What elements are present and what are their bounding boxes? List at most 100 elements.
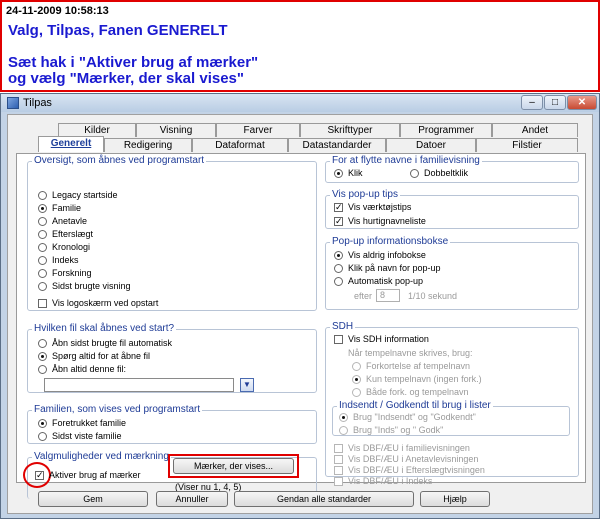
dbf-checkbox[interactable]: Vis DBF/ÆU i Efterslægtvisningen (334, 465, 485, 475)
move-names-option[interactable]: Dobbeltklik (410, 168, 468, 178)
dbf-checkbox[interactable]: Vis DBF/ÆU i familievisningen (334, 443, 470, 453)
file-open-legend: Hvilken fil skal åbnes ved start? (32, 323, 177, 334)
tooltips-checkbox[interactable]: ✓ Vis værktøjstips (334, 202, 411, 212)
sdh-submitted-option[interactable]: Brug "Indsendt" og "Godkendt" (339, 412, 476, 422)
tab-datoer[interactable]: Datoer (386, 138, 476, 152)
sdh-checkbox[interactable]: Vis SDH information (334, 334, 429, 344)
checkbox-label: Aktiver brug af mærker (49, 470, 141, 480)
tab-label: Datoer (415, 140, 446, 151)
startup-option[interactable]: Legacy startside (38, 190, 118, 200)
startup-option[interactable]: Forskning (38, 268, 92, 278)
marks-shown-button[interactable]: Mærker, der vises... (173, 458, 294, 474)
sdh-submitted-option[interactable]: Brug "Inds" og " Godk" (339, 425, 443, 435)
radio-icon (38, 431, 47, 441)
tab-programmer[interactable]: Programmer (400, 123, 492, 137)
sdh-group: SDH Vis SDH information Når tempelnavne … (325, 321, 579, 486)
tab-filstier[interactable]: Filstier (476, 138, 578, 152)
move-names-option[interactable]: Klik (334, 168, 363, 178)
startup-option[interactable]: Efterslægt (38, 229, 93, 239)
option-label: Brug "Indsendt" og "Godkendt" (353, 412, 476, 422)
startup-option[interactable]: Indeks (38, 255, 79, 265)
tab-andet[interactable]: Andet (492, 123, 578, 137)
tab-redigering[interactable]: Redigering (104, 138, 192, 152)
checkbox-label: Vis DBF/ÆU i Efterslægtvisningen (348, 465, 485, 475)
option-label: Klik (348, 168, 363, 178)
popup-tips-legend: Vis pop-up tips (330, 189, 400, 200)
tab-label: Kilder (84, 125, 110, 136)
popup-info-group: Pop-up informationsbokse Vis aldrig info… (325, 236, 579, 310)
family-startup-option[interactable]: Sidst viste familie (38, 431, 122, 441)
quicknames-checkbox[interactable]: ✓ Vis hurtignavneliste (334, 216, 426, 226)
tab-skrifttyper[interactable]: Skrifttyper (300, 123, 400, 137)
option-label: Vis aldrig infobokse (348, 250, 426, 260)
startup-option[interactable]: Sidst brugte visning (38, 281, 131, 291)
option-label: Forkortelse af tempelnavn (366, 361, 471, 371)
tab-visning[interactable]: Visning (136, 123, 216, 137)
radio-icon (38, 255, 47, 265)
file-open-option[interactable]: Åbn sidst brugte fil automatisk (38, 338, 172, 348)
enable-marks-checkbox[interactable]: ✓ Aktiver brug af mærker (35, 470, 141, 480)
file-dropdown-chevron-icon[interactable]: ▼ (240, 378, 254, 392)
startup-option[interactable]: Kronologi (38, 242, 90, 252)
restore-defaults-button[interactable]: Gendan alle standarder (234, 491, 414, 507)
radio-selected-icon (38, 203, 47, 213)
radio-icon (352, 387, 361, 397)
minimize-button[interactable]: – (521, 95, 543, 110)
radio-icon (38, 229, 47, 239)
popup-info-legend: Pop-up informationsbokse (330, 236, 451, 247)
checkbox-icon (334, 454, 343, 464)
option-label: Foretrukket familie (52, 418, 127, 428)
radio-selected-icon (352, 374, 361, 384)
tab-datastandarder[interactable]: Datastandarder (288, 138, 386, 152)
tab-farver[interactable]: Farver (216, 123, 300, 137)
sdh-option[interactable]: Kun tempelnavn (ingen fork.) (352, 374, 482, 384)
delay-stepper[interactable]: 8 (376, 289, 400, 302)
radio-icon (352, 361, 361, 371)
maximize-button[interactable]: □ (544, 95, 566, 110)
tab-label: Datastandarder (302, 140, 372, 151)
checkbox-label: Vis DBF/ÆU i familievisningen (348, 443, 470, 453)
startup-option[interactable]: Familie (38, 203, 81, 213)
logo-checkbox[interactable]: Vis logoskærm ved opstart (38, 298, 158, 308)
move-names-group: For at flytte navne i familievisning Kli… (325, 155, 579, 183)
sdh-option[interactable]: Både fork. og tempelnavn (352, 387, 469, 397)
sdh-option[interactable]: Forkortelse af tempelnavn (352, 361, 470, 371)
move-names-legend: For at flytte navne i familievisning (330, 155, 482, 166)
tab-dataformat[interactable]: Dataformat (192, 138, 288, 152)
file-path-input[interactable] (44, 378, 234, 392)
checkbox-checked-icon: ✓ (334, 215, 343, 226)
tab-generelt[interactable]: Generelt (38, 136, 104, 152)
title-bar[interactable]: Tilpas – □ ✕ (1, 94, 599, 112)
marking-legend: Valgmuligheder ved mærkning (32, 451, 171, 462)
tab-label: Skrifttyper (327, 125, 373, 136)
popup-info-option[interactable]: Vis aldrig infobokse (334, 250, 426, 260)
checkbox-icon (334, 334, 343, 344)
family-startup-option[interactable]: Foretrukket familie (38, 418, 126, 428)
popup-info-option[interactable]: Automatisk pop-up (334, 276, 423, 286)
option-label: Dobbeltklik (424, 168, 469, 178)
startup-option[interactable]: Anetavle (38, 216, 87, 226)
cancel-button[interactable]: Annuller (156, 491, 228, 507)
checkbox-icon (334, 443, 343, 453)
close-button[interactable]: ✕ (567, 95, 597, 110)
checkbox-label: Vis DBF/ÆU i Anetavlevisningen (348, 454, 479, 464)
option-label: Åbn sidst brugte fil automatisk (52, 338, 173, 348)
startup-group: Oversigt, som åbnes ved programstart Leg… (27, 155, 317, 311)
option-label: Åbn altid denne fil: (52, 364, 127, 374)
sdh-submitted-legend: Indsendt / Godkendt til brug i lister (337, 400, 493, 411)
radio-icon (38, 338, 47, 348)
radio-icon (38, 242, 47, 252)
popup-info-option[interactable]: Klik på navn for pop-up (334, 263, 441, 273)
radio-icon (38, 216, 47, 226)
dbf-checkbox[interactable]: Vis DBF/ÆU i Indeks (334, 476, 432, 486)
annotation-line-3: og vælg "Mærker, der skal vises" (8, 70, 245, 87)
save-button[interactable]: Gem (38, 491, 148, 507)
file-open-group: Hvilken fil skal åbnes ved start? Åbn si… (27, 323, 317, 393)
file-open-option[interactable]: Spørg altid for at åbne fil (38, 351, 150, 361)
window-title: Tilpas (23, 97, 52, 109)
tab-kilder[interactable]: Kilder (58, 123, 136, 137)
option-label: Indeks (52, 255, 79, 265)
file-open-option[interactable]: Åbn altid denne fil: (38, 364, 126, 374)
help-button[interactable]: Hjælp (420, 491, 490, 507)
dbf-checkbox[interactable]: Vis DBF/ÆU i Anetavlevisningen (334, 454, 478, 464)
